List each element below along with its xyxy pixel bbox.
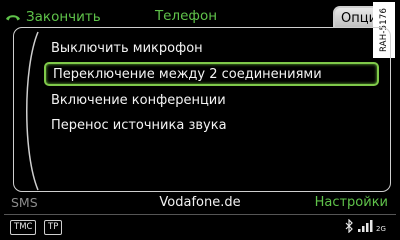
screen-title: Телефон <box>154 8 218 24</box>
scroll-arc-decoration <box>26 31 39 191</box>
menu-item-mute-microphone[interactable]: Выключить микрофон <box>51 36 203 60</box>
bluetooth-icon <box>345 219 353 233</box>
menu-item-label: Перенос источника звука <box>51 117 227 133</box>
tp-badge: TP <box>44 220 63 235</box>
divider <box>4 214 396 215</box>
signal-strength-icon <box>358 220 373 232</box>
menu-item-switch-calls[interactable]: Переключение между 2 соединениями <box>44 62 379 86</box>
network-type: 2G <box>376 225 386 233</box>
menu-item-label: Включение конференции <box>51 92 226 108</box>
settings-softkey[interactable]: Настройки <box>315 195 388 210</box>
menu-item-conference[interactable]: Включение конференции <box>51 88 226 112</box>
tmc-badge: TMC <box>10 220 37 235</box>
menu-item-label: Выключить микрофон <box>51 40 203 56</box>
menu-item-audio-source[interactable]: Перенос источника звука <box>51 113 227 137</box>
menu-item-label: Переключение между 2 соединениями <box>53 66 322 82</box>
